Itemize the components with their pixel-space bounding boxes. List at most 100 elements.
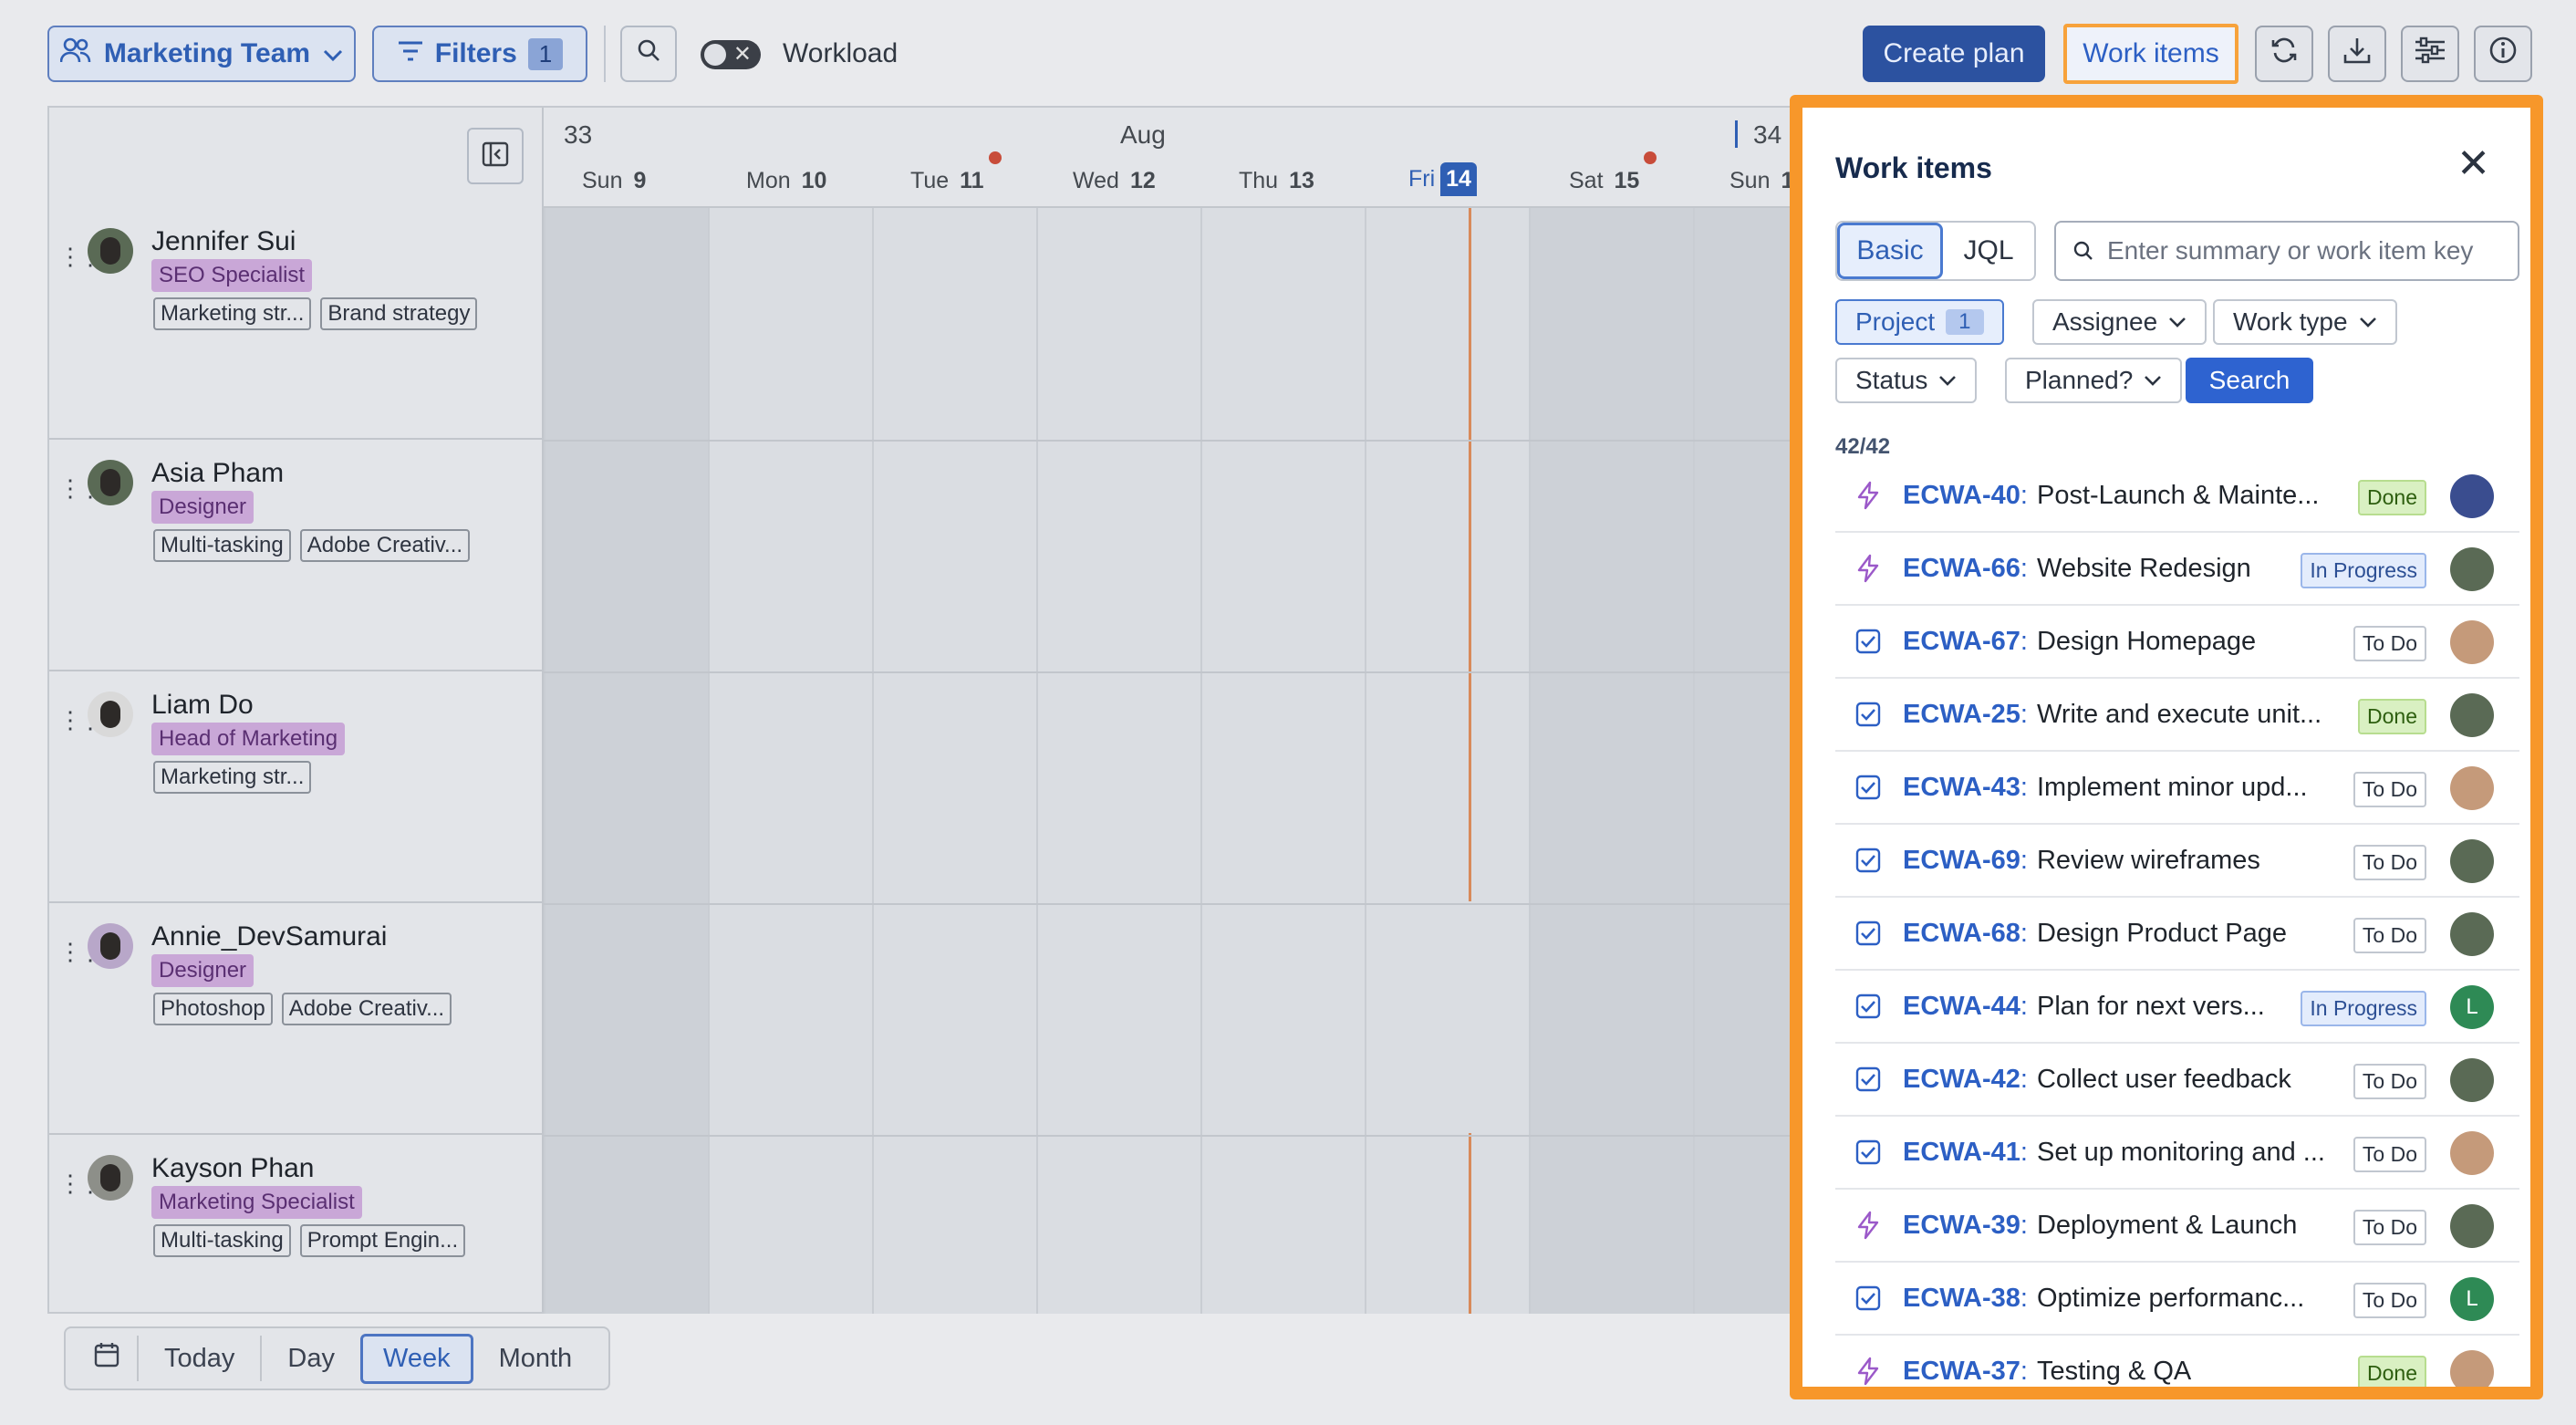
info-button[interactable] [2474,26,2532,82]
key-separator: : [2020,1064,2028,1094]
day-name: Mon [746,168,791,193]
week-number: 34 [1753,120,1782,149]
jql-tab[interactable]: JQL [1943,223,2034,279]
epic-lightning-icon [1848,1211,1888,1240]
day-number: 9 [633,168,647,193]
day-column[interactable] [708,208,872,1314]
row-divider [544,671,1870,673]
work-item-row[interactable]: ECWA-39: Deployment & Launch To Do [1835,1190,2519,1263]
assignee-filter-label: Assignee [2052,307,2158,336]
work-item-key[interactable]: ECWA-42 [1903,1065,2020,1095]
key-separator: : [2020,1283,2028,1313]
day-column[interactable] [544,208,708,1314]
team-selector-button[interactable]: Marketing Team [47,26,356,82]
day-name: Sat [1569,168,1604,193]
search-submit-button[interactable]: Search [2186,358,2313,403]
work-item-key[interactable]: ECWA-44 [1903,992,2020,1022]
work-item-summary: Design Product Page [2036,918,2288,948]
chevron-down-icon [2359,317,2376,328]
settings-button[interactable] [2401,26,2459,82]
resource-row[interactable]: ⋮⋮ Kayson Phan Marketing Specialist Mult… [49,1135,544,1314]
work-item-row[interactable]: ECWA-37: Testing & QA Done [1835,1336,2519,1387]
work-item-search-input[interactable]: Enter summary or work item key [2054,221,2519,281]
calendar-icon [94,1343,119,1368]
resource-row[interactable]: ⋮⋮ Liam Do Head of Marketing Marketing s… [49,671,544,903]
work-item-row[interactable]: ECWA-67: Design Homepage To Do [1835,606,2519,679]
work-item-key[interactable]: ECWA-68 [1903,919,2020,949]
workload-toggle[interactable]: ✕ [701,40,761,69]
week-number: 33 [564,120,593,149]
work-item-key[interactable]: ECWA-37 [1903,1357,2020,1387]
search-button[interactable] [620,26,677,82]
status-badge: To Do [2353,918,2426,953]
work-item-key[interactable]: ECWA-69 [1903,846,2020,876]
row-divider [544,1135,1870,1137]
key-separator: : [2020,1356,2028,1386]
work-item-row[interactable]: ECWA-42: Collect user feedback To Do [1835,1044,2519,1117]
assignee-avatar [2450,474,2494,518]
project-filter[interactable]: Project 1 [1835,299,2004,345]
assignee-filter[interactable]: Assignee [2032,299,2207,345]
work-item-key[interactable]: ECWA-66 [1903,554,2020,584]
key-separator: : [2020,772,2028,802]
task-checkbox-icon [1848,921,1888,946]
work-item-key[interactable]: ECWA-41 [1903,1138,2020,1168]
day-column[interactable] [1529,208,1693,1314]
collapse-sidebar-button[interactable] [467,128,524,184]
key-separator: : [2020,480,2028,510]
work-item-row[interactable]: ECWA-40: Post-Launch & Mainte... Done [1835,460,2519,533]
work-item-row[interactable]: ECWA-25: Write and execute unit... Done [1835,679,2519,752]
close-icon[interactable]: ✕ [2457,140,2490,187]
day-column[interactable] [1200,208,1365,1314]
filters-button[interactable]: Filters 1 [372,26,587,82]
create-plan-button[interactable]: Create plan [1863,26,2045,82]
results-count: 42/42 [1835,434,1891,459]
work-item-row[interactable]: ECWA-41: Set up monitoring and ... To Do [1835,1117,2519,1190]
person-name: Kayson Phan [151,1153,315,1183]
assignee-avatar [2450,912,2494,956]
work-item-row[interactable]: ECWA-66: Website Redesign In Progress [1835,533,2519,606]
day-column[interactable] [872,208,1036,1314]
resource-row[interactable]: ⋮⋮ Jennifer Sui SEO Specialist Marketing… [49,208,544,440]
role-badge: Designer [151,491,254,524]
work-type-filter[interactable]: Work type [2213,299,2397,345]
day-column[interactable] [1365,208,1529,1314]
work-item-key[interactable]: ECWA-39 [1903,1211,2020,1241]
role-badge: Designer [151,954,254,987]
work-item-row[interactable]: ECWA-44: Plan for next vers... In Progress… [1835,971,2519,1044]
basic-tab[interactable]: Basic [1837,223,1943,279]
day-view-button[interactable]: Day [262,1335,360,1383]
day-name: Tue [910,168,950,193]
work-item-row[interactable]: ECWA-38: Optimize performanc... To Do L [1835,1263,2519,1336]
work-item-key[interactable]: ECWA-43 [1903,773,2020,803]
work-item-key[interactable]: ECWA-25 [1903,700,2020,730]
work-item-key[interactable]: ECWA-38 [1903,1284,2020,1314]
sliders-icon [2414,35,2446,73]
toolbar: Marketing Team Filters 1 ✕ Workload Crea… [0,0,2576,108]
task-checkbox-icon [1848,993,1888,1019]
refresh-button[interactable] [2255,26,2313,82]
week-view-button[interactable]: Week [359,1333,473,1384]
status-filter[interactable]: Status [1835,358,1978,403]
work-items-button[interactable]: Work items [2063,24,2238,84]
today-button[interactable]: Today [139,1335,260,1383]
month-view-button[interactable]: Month [473,1335,598,1383]
assignee-avatar [2450,620,2494,664]
work-item-row[interactable]: ECWA-68: Design Product Page To Do [1835,898,2519,971]
day-column[interactable] [1036,208,1200,1314]
status-badge: To Do [2353,845,2426,880]
work-item-row[interactable]: ECWA-69: Review wireframes To Do [1835,825,2519,898]
download-button[interactable] [2328,26,2386,82]
planned-filter[interactable]: Planned? [2005,358,2183,403]
work-item-key[interactable]: ECWA-40 [1903,481,2020,511]
resource-row[interactable]: ⋮⋮ Annie_DevSamurai Designer Photoshop A… [49,903,544,1135]
resource-row[interactable]: ⋮⋮ Asia Pham Designer Multi-tasking Adob… [49,440,544,671]
assignee-avatar [2450,1204,2494,1248]
work-item-key[interactable]: ECWA-67 [1903,627,2020,657]
skill-list: Multi-tasking Adobe Creativ... [153,529,471,562]
assignee-avatar: L [2450,985,2494,1029]
epic-lightning-icon [1848,554,1888,583]
month-label: Aug [1120,120,1166,149]
calendar-button[interactable] [77,1332,137,1385]
work-item-row[interactable]: ECWA-43: Implement minor upd... To Do [1835,752,2519,825]
